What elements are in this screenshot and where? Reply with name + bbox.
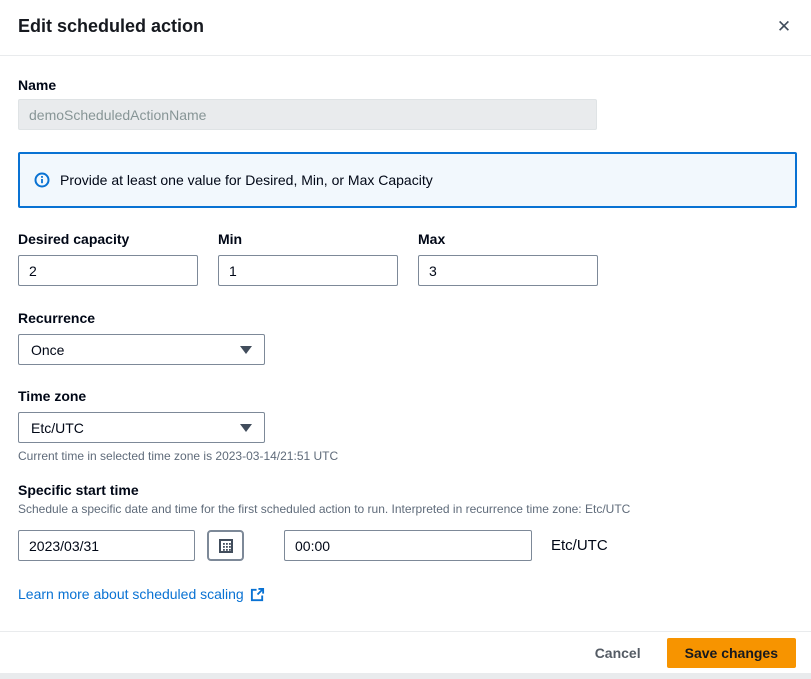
- save-changes-button[interactable]: Save changes: [667, 638, 796, 668]
- timezone-suffix-label: Etc/UTC: [551, 530, 608, 561]
- specific-start-time-label: Specific start time: [18, 482, 139, 498]
- name-label: Name: [18, 77, 56, 93]
- alert-message: Provide at least one value for Desired, …: [60, 172, 433, 188]
- cancel-button[interactable]: Cancel: [595, 645, 641, 661]
- time-zone-label: Time zone: [18, 388, 86, 404]
- modal-title: Edit scheduled action: [18, 16, 204, 37]
- external-link-icon: [250, 587, 265, 602]
- desired-capacity-label: Desired capacity: [18, 231, 129, 247]
- learn-more-link-text: Learn more about scheduled scaling: [18, 586, 244, 602]
- modal-footer: Cancel Save changes: [0, 631, 811, 673]
- close-icon: ✕: [777, 17, 791, 36]
- name-input: [18, 99, 597, 130]
- recurrence-select[interactable]: Once: [18, 334, 265, 365]
- learn-more-link[interactable]: Learn more about scheduled scaling: [18, 586, 265, 602]
- recurrence-selected-value: Once: [31, 342, 64, 358]
- chevron-down-icon: [240, 424, 252, 432]
- start-date-input[interactable]: [18, 530, 195, 561]
- edit-scheduled-action-modal: Edit scheduled action ✕ Name Provide at …: [0, 0, 811, 673]
- specific-start-time-description: Schedule a specific date and time for th…: [18, 502, 630, 516]
- min-label: Min: [218, 231, 242, 247]
- info-alert: Provide at least one value for Desired, …: [18, 152, 797, 208]
- chevron-down-icon: [240, 346, 252, 354]
- recurrence-label: Recurrence: [18, 310, 95, 326]
- desired-capacity-input[interactable]: [18, 255, 198, 286]
- time-zone-selected-value: Etc/UTC: [31, 420, 84, 436]
- page-background-strip: [0, 673, 811, 679]
- close-button[interactable]: ✕: [769, 12, 799, 42]
- start-time-input[interactable]: [284, 530, 532, 561]
- calendar-grid-icon: [218, 538, 234, 554]
- current-time-helper: Current time in selected time zone is 20…: [18, 449, 338, 463]
- modal-header: Edit scheduled action ✕: [0, 0, 811, 56]
- info-icon: [34, 172, 50, 188]
- max-input[interactable]: [418, 255, 598, 286]
- date-picker-button[interactable]: [207, 530, 244, 561]
- min-input[interactable]: [218, 255, 398, 286]
- max-label: Max: [418, 231, 445, 247]
- time-zone-select[interactable]: Etc/UTC: [18, 412, 265, 443]
